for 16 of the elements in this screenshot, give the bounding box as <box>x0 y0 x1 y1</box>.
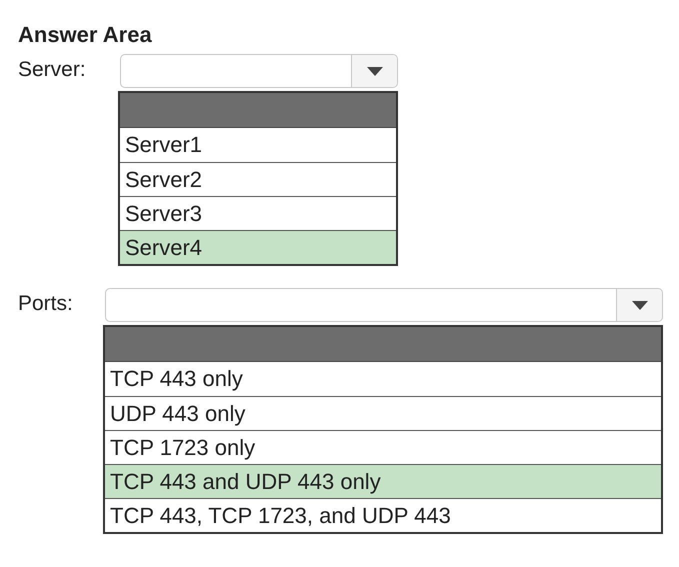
dropdown-option[interactable]: TCP 443 only <box>105 362 661 396</box>
field-label: Server: <box>18 57 87 84</box>
dropdown-option[interactable]: TCP 443 and UDP 443 only <box>105 464 661 498</box>
field-label: Ports: <box>18 291 74 318</box>
dropdown-button[interactable] <box>351 55 397 88</box>
caret-icon <box>366 66 382 76</box>
caret-icon <box>632 300 648 310</box>
section-title: Answer Area <box>18 22 153 48</box>
dropdown-button[interactable] <box>616 289 662 322</box>
dropdown-option[interactable]: UDP 443 only <box>105 396 661 430</box>
dropdown-option[interactable]: Server4 <box>120 230 396 264</box>
dropdown-field[interactable] <box>105 288 663 322</box>
dropdown-option[interactable]: Server2 <box>120 162 396 196</box>
dropdown-option[interactable]: TCP 443, TCP 1723, and UDP 443 <box>105 498 661 532</box>
dropdown-field[interactable] <box>120 54 398 88</box>
dropdown-option[interactable]: Server1 <box>120 128 396 162</box>
